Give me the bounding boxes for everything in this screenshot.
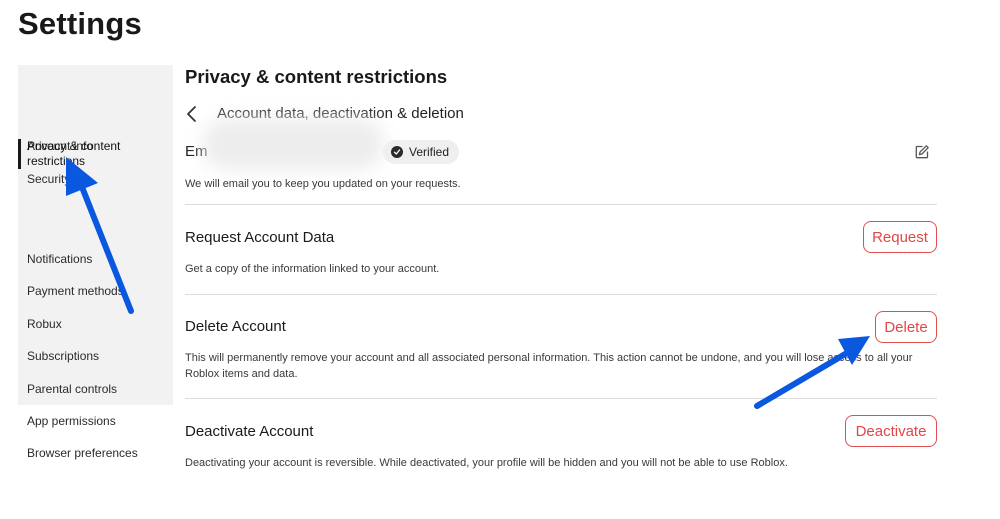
delete-button[interactable]: Delete [875,311,937,343]
sidebar-item-app-permissions[interactable]: App permissions [18,414,173,429]
request-data-description: Get a copy of the information linked to … [185,263,440,275]
divider [185,398,937,399]
email-address-redacted [202,118,384,170]
page-title: Settings [18,6,142,41]
divider [185,204,937,205]
check-circle-icon [391,146,403,158]
sidebar-item-security[interactable]: Security [18,172,173,187]
sidebar-item-robux[interactable]: Robux [18,317,173,332]
edit-icon[interactable] [914,144,930,160]
sidebar-item-notifications[interactable]: Notifications [18,252,173,267]
section-title: Privacy & content restrictions [185,66,448,87]
chevron-left-icon[interactable] [185,104,199,124]
sidebar-item-payment-methods[interactable]: Payment methods [18,284,173,299]
deactivate-button[interactable]: Deactivate [845,415,937,447]
sidebar-item-browser-preferences[interactable]: Browser preferences [18,446,173,461]
sidebar-item-parental-controls[interactable]: Parental controls [18,382,173,397]
deactivate-account-description: Deactivating your account is reversible.… [185,457,788,469]
verified-label: Verified [409,145,450,159]
request-data-title: Request Account Data [185,229,335,246]
delete-account-description: This will permanently remove your accoun… [185,352,913,380]
sidebar-item-privacy[interactable]: Privacy & content restrictions [18,139,148,169]
deactivate-account-title: Deactivate Account [185,423,314,440]
request-button[interactable]: Request [863,221,937,253]
verified-badge: Verified [383,140,460,164]
email-description: We will email you to keep you updated on… [185,178,461,190]
divider [185,294,937,295]
sidebar-item-subscriptions[interactable]: Subscriptions [18,349,173,364]
delete-account-title: Delete Account [185,318,286,335]
settings-sidebar: Account info Security Privacy & content … [18,65,173,460]
